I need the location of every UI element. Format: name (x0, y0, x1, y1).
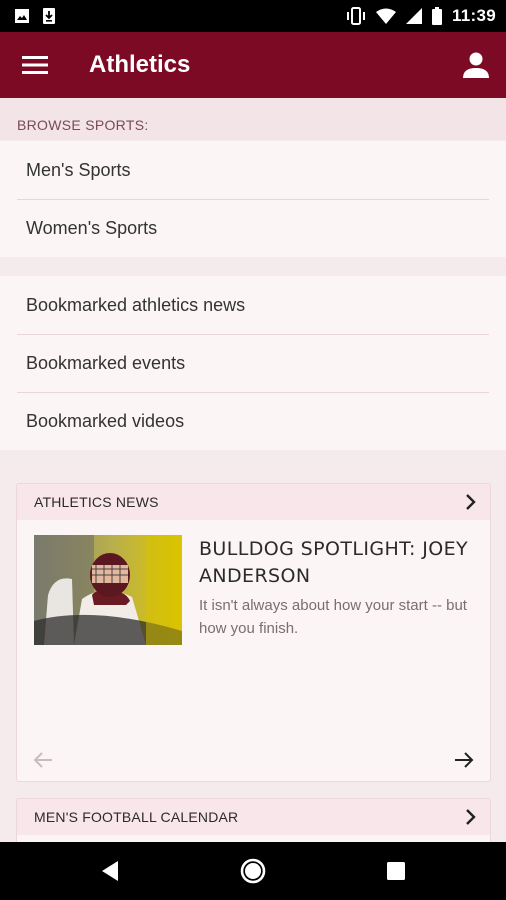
signal-icon (405, 8, 422, 24)
news-article-title[interactable]: BULLDOG SPOTLIGHT: JOEY ANDERSON (199, 536, 474, 590)
mens-sports-item[interactable]: Men's Sports (0, 141, 506, 199)
womens-sports-item[interactable]: Women's Sports (0, 199, 506, 257)
bookmarked-events-item[interactable]: Bookmarked events (0, 334, 506, 392)
list-item-label: Men's Sports (26, 159, 131, 180)
chevron-right-icon[interactable] (462, 808, 478, 826)
battery-icon (431, 7, 442, 25)
system-nav-bar (0, 842, 506, 900)
image-icon (15, 9, 29, 23)
list-item-label: Bookmarked athletics news (26, 294, 246, 315)
download-icon (43, 8, 55, 24)
card-header-label: ATHLETICS NEWS (34, 494, 159, 510)
athletics-news-header[interactable]: ATHLETICS NEWS (17, 484, 490, 520)
mens-football-calendar-header[interactable]: MEN'S FOOTBALL CALENDAR (17, 799, 490, 835)
list-item-label: Bookmarked videos (26, 410, 185, 431)
bookmarks-list: Bookmarked athletics news Bookmarked eve… (0, 276, 506, 450)
list-item-label: Bookmarked events (26, 352, 186, 373)
card-header-label: MEN'S FOOTBALL CALENDAR (34, 809, 239, 825)
arrow-right-icon[interactable] (453, 750, 475, 770)
list-item-label: Women's Sports (26, 217, 158, 238)
vibrate-icon (346, 7, 365, 25)
bookmarked-videos-item[interactable]: Bookmarked videos (0, 392, 506, 450)
arrow-left-icon (33, 752, 52, 768)
athletics-news-card: ATHLETICS NEWS BULLDOG SPOTLIGHT: JOEY A… (16, 483, 491, 782)
home-icon[interactable] (238, 856, 268, 886)
chevron-right-icon[interactable] (462, 493, 478, 511)
hamburger-menu-icon[interactable] (22, 54, 48, 76)
app-bar: Athletics (0, 32, 506, 98)
news-thumbnail[interactable] (34, 535, 182, 645)
person-icon[interactable] (462, 51, 490, 79)
recents-icon[interactable] (381, 856, 411, 886)
browse-sports-list: Men's Sports Women's Sports (0, 141, 506, 257)
bookmarked-news-item[interactable]: Bookmarked athletics news (0, 276, 506, 334)
back-icon[interactable] (96, 856, 126, 886)
wifi-icon (375, 8, 396, 24)
news-article-summary: It isn't always about how your start -- … (199, 597, 467, 637)
page-title: Athletics (89, 51, 191, 78)
status-time: 11:39 (451, 6, 496, 25)
status-bar: 11:39 (0, 0, 506, 32)
browse-sports-label: BROWSE SPORTS: (0, 98, 506, 140)
